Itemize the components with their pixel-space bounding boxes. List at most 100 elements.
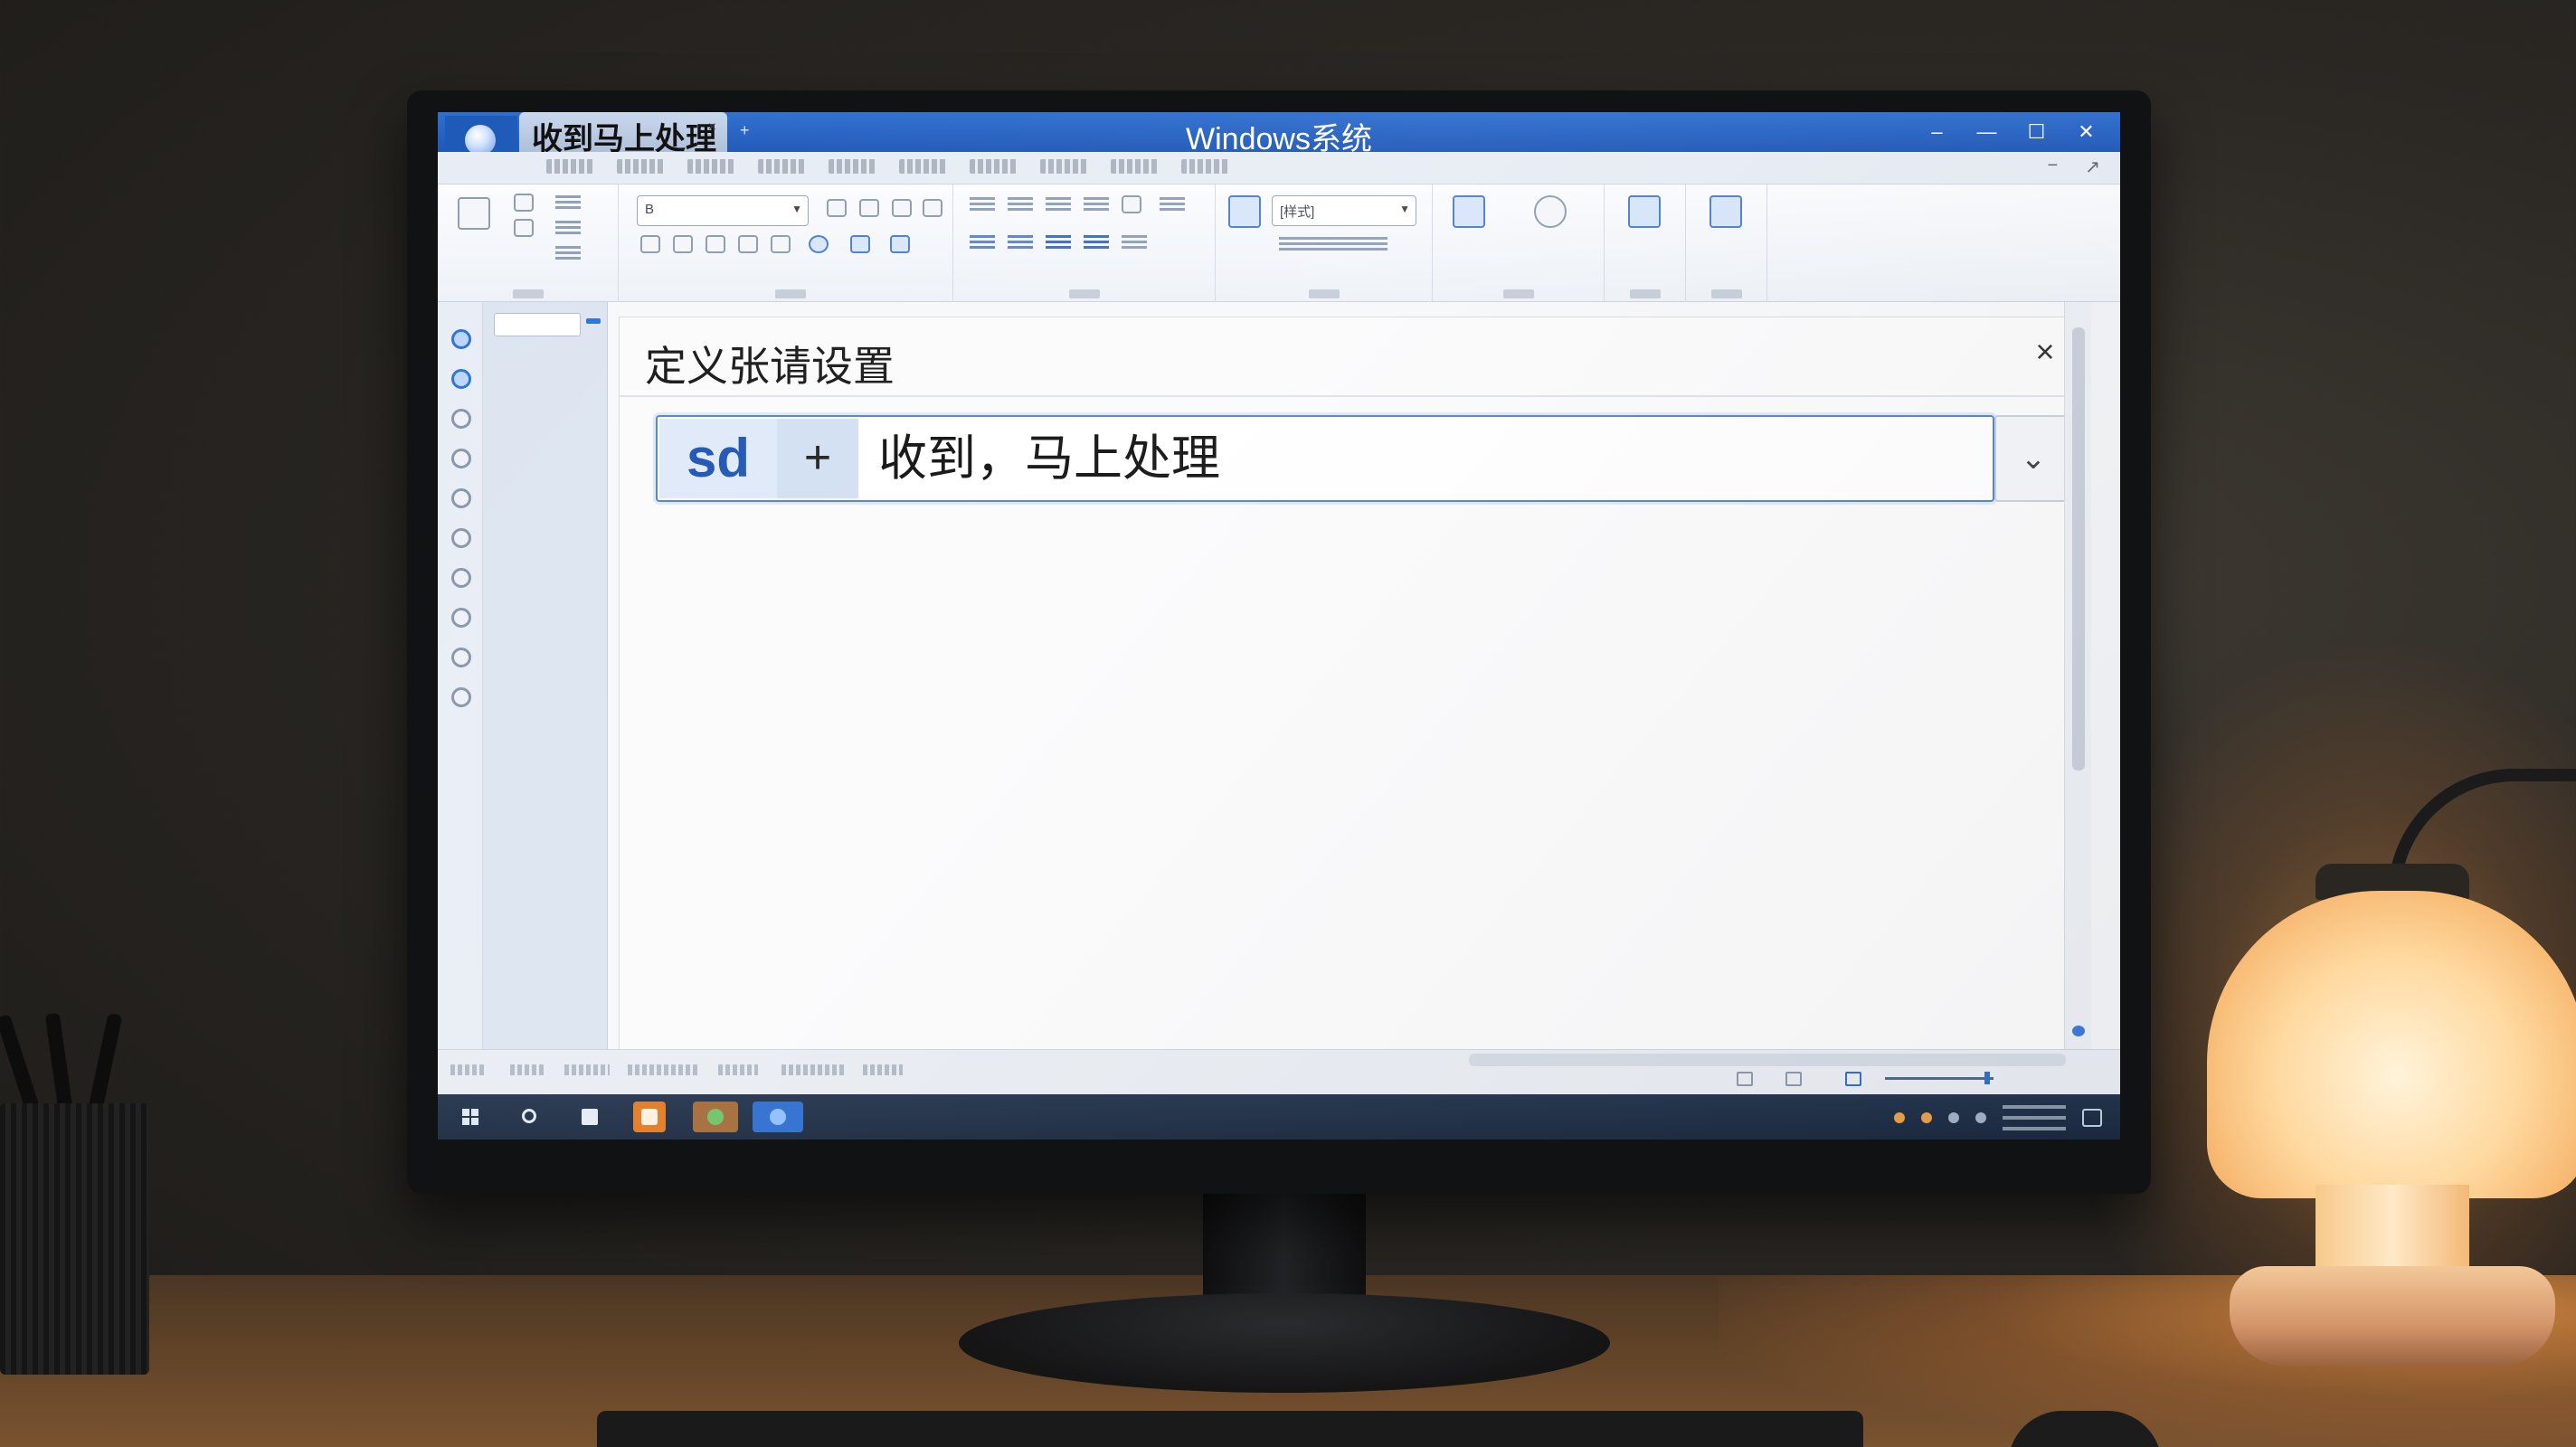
network-icon[interactable] — [1948, 1112, 1959, 1123]
style-select-value: [样式] — [1280, 204, 1315, 220]
minimize-button[interactable]: — — [1962, 112, 2012, 152]
taskbar-green-app-button[interactable] — [693, 1102, 738, 1132]
volume-icon[interactable] — [1975, 1112, 1986, 1123]
indent-icon[interactable] — [1084, 197, 1109, 212]
tray-icon[interactable] — [1894, 1112, 1905, 1123]
justify-icon[interactable] — [1084, 235, 1109, 250]
text-effect-icon[interactable] — [890, 235, 910, 253]
display-icon[interactable] — [1709, 195, 1742, 228]
nav-item-icon[interactable] — [451, 608, 471, 628]
document-tab[interactable]: 收到马上处理 × — [519, 112, 727, 152]
ribbon-tab[interactable] — [758, 159, 805, 174]
phrase-text[interactable]: 收到，马上处理 — [878, 417, 1220, 500]
print-layout-view-icon[interactable] — [1737, 1072, 1753, 1086]
scrollbar-thumb[interactable] — [2072, 327, 2085, 771]
ribbon-tab[interactable] — [1181, 159, 1228, 174]
font-option-icon[interactable] — [923, 199, 942, 217]
tray-icon[interactable] — [1921, 1112, 1932, 1123]
vertical-scrollbar[interactable] — [2064, 302, 2091, 1049]
sort-icon[interactable] — [1122, 195, 1141, 213]
nav-item-icon[interactable] — [451, 687, 471, 707]
chevron-down-icon[interactable]: ⌄ — [1994, 415, 2072, 502]
scroll-down-icon[interactable] — [2072, 1026, 2085, 1036]
numbering-icon[interactable] — [1008, 197, 1033, 212]
ribbon-collapse-icon[interactable]: − — [2048, 156, 2059, 178]
style-select[interactable]: [样式] ▼ — [1272, 195, 1416, 226]
ribbon-tab[interactable] — [546, 159, 593, 174]
ribbon-tab[interactable] — [1111, 159, 1158, 174]
strikethrough-icon[interactable] — [738, 235, 758, 253]
align-center-icon[interactable] — [1008, 235, 1033, 250]
new-tab-icon[interactable]: + — [740, 121, 750, 140]
bullets-icon[interactable] — [970, 197, 995, 212]
taskbar-orange-app-button[interactable] — [633, 1102, 666, 1132]
notification-icon[interactable] — [2082, 1109, 2102, 1127]
ribbon-group-label — [1629, 289, 1661, 298]
font-name-select[interactable]: B ▼ — [637, 195, 809, 226]
insert-icon[interactable] — [1628, 195, 1661, 228]
align-right-icon[interactable] — [1046, 235, 1071, 250]
nav-item-icon[interactable] — [451, 568, 471, 588]
maximize-button[interactable]: ☐ — [2012, 112, 2061, 152]
ribbon-tab[interactable] — [829, 159, 876, 174]
clear-format-icon[interactable] — [892, 199, 912, 217]
close-window-button[interactable]: ✕ — [2061, 112, 2111, 152]
clipboard-option-icon[interactable] — [555, 221, 581, 235]
navigation-pane — [483, 302, 608, 1049]
highlight-icon[interactable] — [809, 235, 829, 253]
nav-item-icon[interactable] — [451, 329, 471, 349]
ribbon-pin-icon[interactable]: ↗ — [2085, 156, 2100, 178]
paste-icon[interactable] — [458, 197, 490, 230]
nav-item-icon[interactable] — [451, 488, 471, 508]
ribbon-tab[interactable] — [687, 159, 734, 174]
navigation-filter-toggle[interactable] — [586, 318, 601, 324]
nav-item-icon[interactable] — [451, 369, 471, 389]
ribbon-tab[interactable] — [970, 159, 1017, 174]
ribbon-tab[interactable] — [617, 159, 664, 174]
line-spacing-icon[interactable] — [1122, 235, 1147, 250]
tray-clock[interactable] — [2003, 1105, 2066, 1130]
align-left-icon[interactable] — [970, 235, 995, 250]
windows-start-button[interactable] — [454, 1102, 487, 1132]
italic-icon[interactable] — [673, 235, 693, 253]
nav-item-icon[interactable] — [451, 648, 471, 667]
copy-icon[interactable] — [514, 219, 534, 237]
nav-item-icon[interactable] — [451, 528, 471, 548]
shrink-font-icon[interactable] — [859, 199, 879, 217]
ribbon-tab[interactable] — [1040, 159, 1087, 174]
navigation-filter-select[interactable] — [494, 313, 581, 336]
web-layout-view-icon[interactable] — [1785, 1072, 1802, 1086]
shortcut-key-chip[interactable]: sd — [659, 419, 777, 498]
help-button[interactable]: – — [1912, 112, 1962, 152]
tab-close-icon[interactable]: × — [708, 119, 716, 136]
multilevel-list-icon[interactable] — [1046, 197, 1071, 212]
subscript-icon[interactable] — [771, 235, 791, 253]
find-replace-icon[interactable] — [1453, 195, 1485, 228]
underline-icon[interactable] — [706, 235, 725, 253]
zoom-slider[interactable] — [1885, 1077, 1994, 1080]
keyboard — [597, 1411, 1863, 1447]
style-gallery-icon[interactable] — [1228, 195, 1261, 228]
blue-app-icon — [770, 1109, 786, 1125]
clipboard-option-icon[interactable] — [555, 246, 581, 260]
format-painter-icon[interactable] — [555, 195, 581, 210]
grow-font-icon[interactable] — [827, 199, 847, 217]
select-icon[interactable] — [1534, 195, 1567, 228]
close-icon[interactable]: × — [2025, 332, 2065, 372]
ribbon-tab[interactable] — [899, 159, 946, 174]
nav-item-icon[interactable] — [451, 409, 471, 429]
read-view-icon[interactable] — [1845, 1072, 1861, 1086]
nav-item-icon[interactable] — [451, 449, 471, 468]
cut-icon[interactable] — [514, 194, 534, 212]
taskbar-search-button[interactable] — [514, 1102, 546, 1132]
taskbar-blue-app-button[interactable] — [753, 1102, 803, 1132]
spacing-icon[interactable] — [1160, 197, 1185, 212]
zoom-slider-knob[interactable] — [1984, 1072, 1990, 1084]
horizontal-scrollbar[interactable] — [1469, 1054, 2066, 1066]
taskbar-files-button[interactable] — [573, 1102, 606, 1132]
bold-icon[interactable] — [640, 235, 660, 253]
font-color-icon[interactable] — [850, 235, 870, 253]
style-options-icon[interactable] — [1279, 237, 1387, 251]
phrase-input[interactable]: sd + 收到，马上处理 — [656, 415, 1994, 502]
lamp-base — [2230, 1266, 2555, 1366]
